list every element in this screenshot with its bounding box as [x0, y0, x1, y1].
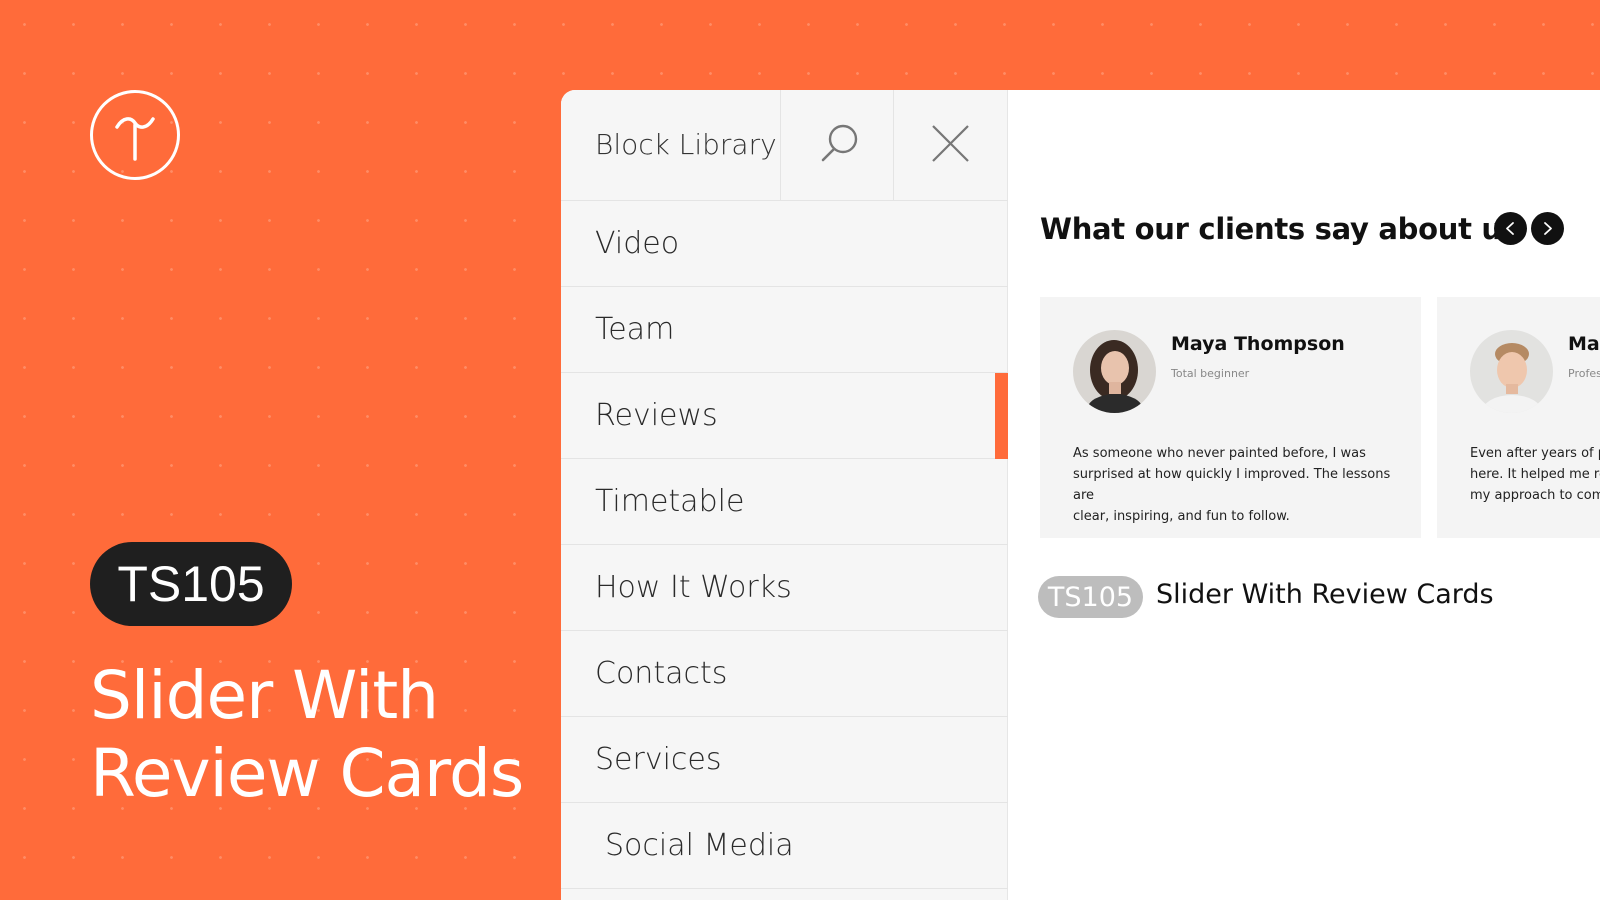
tilda-logo-icon — [90, 90, 180, 180]
review-text: As someone who never painted before, I w… — [1073, 446, 1391, 524]
category-label: Video — [595, 226, 680, 261]
category-label: Reviews — [595, 398, 718, 433]
slider-prev-button[interactable] — [1494, 212, 1527, 245]
reviewer-role: Total beginner — [1171, 367, 1250, 380]
category-label: Contacts — [595, 656, 728, 691]
category-label: How It Works — [595, 570, 792, 605]
category-reviews[interactable]: Reviews — [561, 373, 1008, 459]
sidebar-title: Block Library — [595, 128, 777, 161]
category-label: Services — [595, 742, 722, 777]
block-library-panel: Block Library Video Team Reviews Timetab… — [561, 90, 1600, 900]
block-library-sidebar: Block Library Video Team Reviews Timetab… — [561, 90, 1008, 900]
reviewer-name: Mat — [1568, 333, 1600, 355]
close-button[interactable] — [894, 90, 1008, 201]
close-icon — [932, 125, 969, 162]
reviewer-role: Profess — [1568, 367, 1600, 380]
reviews-heading: What our clients say about us — [1040, 212, 1519, 246]
category-list: Video Team Reviews Timetable How It Work… — [561, 201, 1008, 889]
avatar — [1470, 330, 1553, 413]
review-card: Mat Profess Even after years of pa here.… — [1437, 297, 1600, 538]
preview-code-badge: TS105 — [1038, 576, 1143, 618]
sidebar-header: Block Library — [561, 90, 1008, 201]
review-card: Maya Thompson Total beginner As someone … — [1040, 297, 1421, 538]
category-timetable[interactable]: Timetable — [561, 459, 1008, 545]
block-code-badge: TS105 — [90, 542, 292, 626]
chevron-right-icon — [1544, 222, 1552, 235]
category-label: Team — [595, 312, 675, 347]
category-services[interactable]: Services — [561, 717, 1008, 803]
active-indicator — [995, 373, 1008, 459]
category-label: Timetable — [595, 484, 745, 519]
category-how-it-works[interactable]: How It Works — [561, 545, 1008, 631]
hero-title-line-2: Review Cards — [90, 735, 524, 812]
category-team[interactable]: Team — [561, 287, 1008, 373]
search-icon — [821, 124, 858, 162]
reviewer-name: Maya Thompson — [1171, 333, 1345, 355]
hero-title-line-1: Slider With — [90, 657, 439, 734]
preview-caption: Slider With Review Cards — [1156, 579, 1494, 610]
category-label: Social Media — [605, 828, 794, 863]
slider-next-button[interactable] — [1531, 212, 1564, 245]
review-text: Even after years of pa here. It helped m… — [1470, 446, 1600, 503]
category-social-media[interactable]: Social Media — [561, 803, 1008, 889]
category-contacts[interactable]: Contacts — [561, 631, 1008, 717]
block-preview: What our clients say about us Maya Thomp… — [1008, 90, 1600, 900]
hero-title: Slider With Review Cards — [90, 657, 530, 813]
chevron-left-icon — [1506, 222, 1514, 235]
avatar — [1073, 330, 1156, 413]
search-button[interactable] — [780, 90, 894, 201]
category-video[interactable]: Video — [561, 201, 1008, 287]
